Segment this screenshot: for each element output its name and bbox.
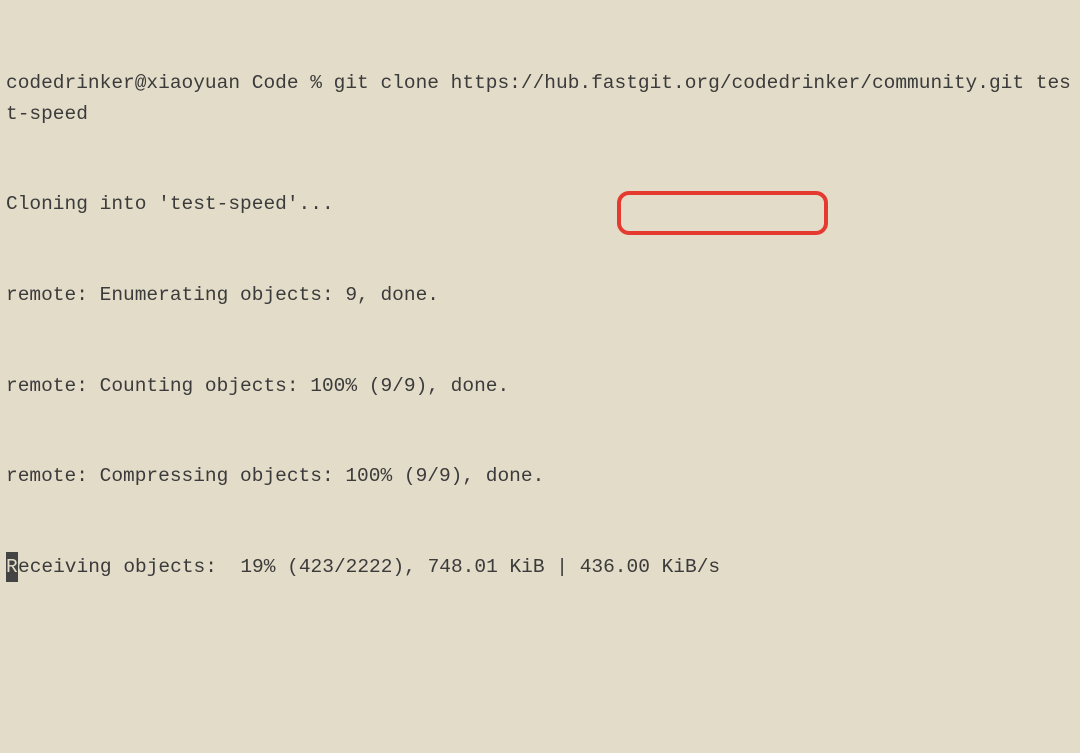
receiving-rest: eceiving objects: 19% (423/2222), 748.01… [18,556,720,578]
cloning-line: Cloning into 'test-speed'... [6,189,1074,219]
compressing-line: remote: Compressing objects: 100% (9/9),… [6,461,1074,491]
enumerating-line: remote: Enumerating objects: 9, done. [6,280,1074,310]
terminal-output[interactable]: codedrinker@xiaoyuan Code % git clone ht… [6,8,1074,612]
receiving-line: Receiving objects: 19% (423/2222), 748.0… [6,552,1074,582]
terminal-cursor: R [6,552,18,582]
counting-line: remote: Counting objects: 100% (9/9), do… [6,371,1074,401]
prompt-command-line: codedrinker@xiaoyuan Code % git clone ht… [6,68,1074,128]
